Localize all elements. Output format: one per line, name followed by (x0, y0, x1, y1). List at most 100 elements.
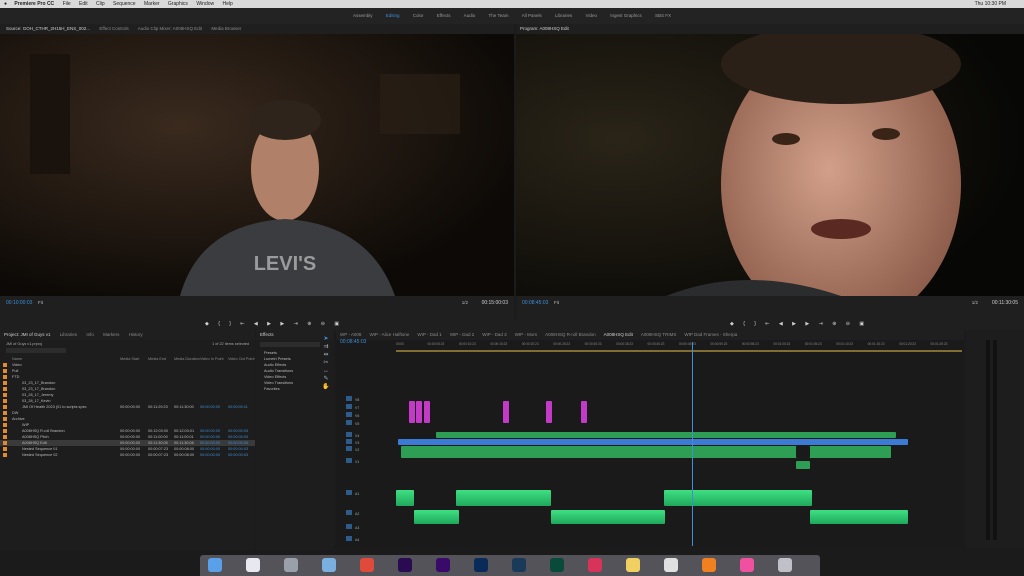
track-header[interactable]: V1 (346, 458, 359, 464)
track-target-icon[interactable] (346, 536, 352, 541)
track-target-icon[interactable] (346, 420, 352, 425)
source-transport-buttons[interactable]: ◆ { } ⇤ ◀ ▶ ▶ ⇥ ⊕ ⊖ ▣ (205, 321, 343, 327)
track-target-icon[interactable] (346, 510, 352, 515)
audio-clip[interactable] (551, 510, 665, 524)
nested-clip[interactable] (416, 401, 422, 423)
work-area-bar[interactable] (396, 350, 962, 352)
sequence-tab[interactable]: A008HSQ TRIMS (641, 332, 676, 337)
slip-icon[interactable]: ↔ (321, 367, 331, 375)
program-scale[interactable]: 1/2 (972, 300, 978, 305)
chrome-icon[interactable] (360, 558, 374, 572)
tab-markers[interactable]: Markers (103, 332, 119, 337)
selection-tool-icon[interactable]: ➤ (321, 335, 331, 343)
menu-edit[interactable]: Edit (79, 1, 88, 7)
nested-clip[interactable] (409, 401, 415, 423)
tab-program[interactable]: Program: A008HSQ Edit (520, 26, 569, 31)
track-target-icon[interactable] (346, 524, 352, 529)
audio-clip[interactable] (456, 490, 551, 506)
program-video-frame[interactable] (516, 34, 1024, 296)
vlc-icon[interactable] (702, 558, 716, 572)
tab-libraries[interactable]: Libraries (60, 332, 77, 337)
menu-help[interactable]: Help (223, 1, 233, 7)
tab-project[interactable]: Project: JMI of Guys v1 (4, 332, 51, 337)
sequence-tab[interactable]: WP - A008 (340, 332, 361, 337)
project-search-input[interactable] (6, 348, 66, 353)
ripple-edit-icon[interactable]: ⇹ (321, 351, 331, 359)
notes-icon[interactable] (626, 558, 640, 572)
menu-graphics[interactable]: Graphics (168, 1, 188, 7)
after-effects-icon[interactable] (436, 558, 450, 572)
sequence-tab[interactable]: WIP - Alice Halftone (369, 332, 409, 337)
track-target-icon[interactable] (346, 458, 352, 463)
audio-clip[interactable] (810, 510, 908, 524)
workspace-all-panels[interactable]: All Panels (522, 13, 542, 18)
effects-search-input[interactable] (260, 342, 320, 347)
sequence-tab[interactable]: WIP - Dad 1 (417, 332, 441, 337)
program-timecode[interactable]: 00:08:45:03 (522, 300, 548, 306)
audio-clip[interactable] (396, 490, 414, 506)
menu-marker[interactable]: Marker (144, 1, 160, 7)
tab-history[interactable]: History (129, 332, 143, 337)
menu-window[interactable]: Window (196, 1, 214, 7)
mail-icon[interactable] (322, 558, 336, 572)
apple-icon[interactable]: ● (4, 1, 7, 7)
trash-icon[interactable] (778, 558, 792, 572)
track-target-icon[interactable] (346, 490, 352, 495)
v2-clip[interactable] (398, 439, 908, 445)
track-header[interactable]: A3 (346, 524, 359, 530)
sequence-tab[interactable]: WIP - Dad 3 (482, 332, 506, 337)
workspace-sbs[interactable]: SBS FX (655, 13, 671, 18)
tab-effects[interactable]: Effects (260, 332, 274, 337)
menu-clip[interactable]: Clip (96, 1, 105, 7)
track-header[interactable]: V6 (346, 412, 359, 418)
nested-clip[interactable] (581, 401, 587, 423)
workspace-ingest[interactable]: Ingest Graphics (610, 13, 642, 18)
sequence-tab[interactable]: WIP - Dad 2 (450, 332, 474, 337)
track-header[interactable]: V4 (346, 432, 359, 438)
workspace-libraries[interactable]: Libraries (555, 13, 572, 18)
program-fit[interactable]: Fit (554, 300, 559, 305)
track-header[interactable]: V5 (346, 420, 359, 426)
workspace-team[interactable]: The Team (489, 13, 509, 18)
sequence-tab[interactable]: A008HSQ R-roll Brandon (545, 332, 596, 337)
workspace-effects[interactable]: Effects (437, 13, 451, 18)
timeline-ruler[interactable]: 00:00 00:00:05:23 00:00:10:23 00:00:15:23 00… (396, 342, 962, 350)
program-transport-buttons[interactable]: ◆ { } ⇤ ◀ ▶ ▶ ⇥ ⊕ ⊖ ▣ (730, 321, 868, 327)
track-header[interactable]: V2 (346, 446, 359, 452)
v1-clip[interactable] (401, 446, 891, 458)
workspace-color[interactable]: Color (413, 13, 424, 18)
workspace-audio[interactable]: Audio (464, 13, 476, 18)
safari-icon[interactable] (246, 558, 260, 572)
launchpad-icon[interactable] (284, 558, 298, 572)
track-target-icon[interactable] (346, 404, 352, 409)
audio-clip[interactable] (414, 510, 459, 524)
a1-clip[interactable] (796, 461, 810, 469)
tab-media-browser[interactable]: Media Browser (211, 26, 241, 31)
source-fit[interactable]: Fit (38, 300, 43, 305)
media-encoder-icon[interactable] (512, 558, 526, 572)
track-header[interactable]: A4 (346, 536, 359, 542)
track-target-icon[interactable] (346, 439, 352, 444)
audition-icon[interactable] (550, 558, 564, 572)
track-target-icon[interactable] (346, 396, 352, 401)
sequence-tab[interactable]: A008HSQ Edit (604, 332, 633, 337)
sequence-tab[interactable]: WIP Dad Frames - Sherpa (684, 332, 737, 337)
track-header[interactable]: V7 (346, 404, 359, 410)
track-header[interactable]: A1 (346, 490, 359, 496)
workspace-editing[interactable]: Editing (386, 13, 400, 18)
source-timecode[interactable]: 00:10:00:03 (6, 300, 32, 306)
menubar-clock[interactable]: Thu 10:30 PM (975, 0, 1006, 8)
track-header[interactable]: A2 (346, 510, 359, 516)
nested-clip[interactable] (424, 401, 430, 423)
finder-icon[interactable] (208, 558, 222, 572)
track-header[interactable]: V3 (346, 439, 359, 445)
premiere-icon[interactable] (398, 558, 412, 572)
track-target-icon[interactable] (346, 412, 352, 417)
razor-icon[interactable]: ✂ (321, 359, 331, 367)
menu-sequence[interactable]: Sequence (113, 1, 136, 7)
pen-icon[interactable]: ✎ (321, 375, 331, 383)
tab-info[interactable]: Info (86, 332, 94, 337)
preview-icon[interactable] (664, 558, 678, 572)
app-menu[interactable]: Premiere Pro CC (14, 1, 54, 7)
track-target-icon[interactable] (346, 432, 352, 437)
